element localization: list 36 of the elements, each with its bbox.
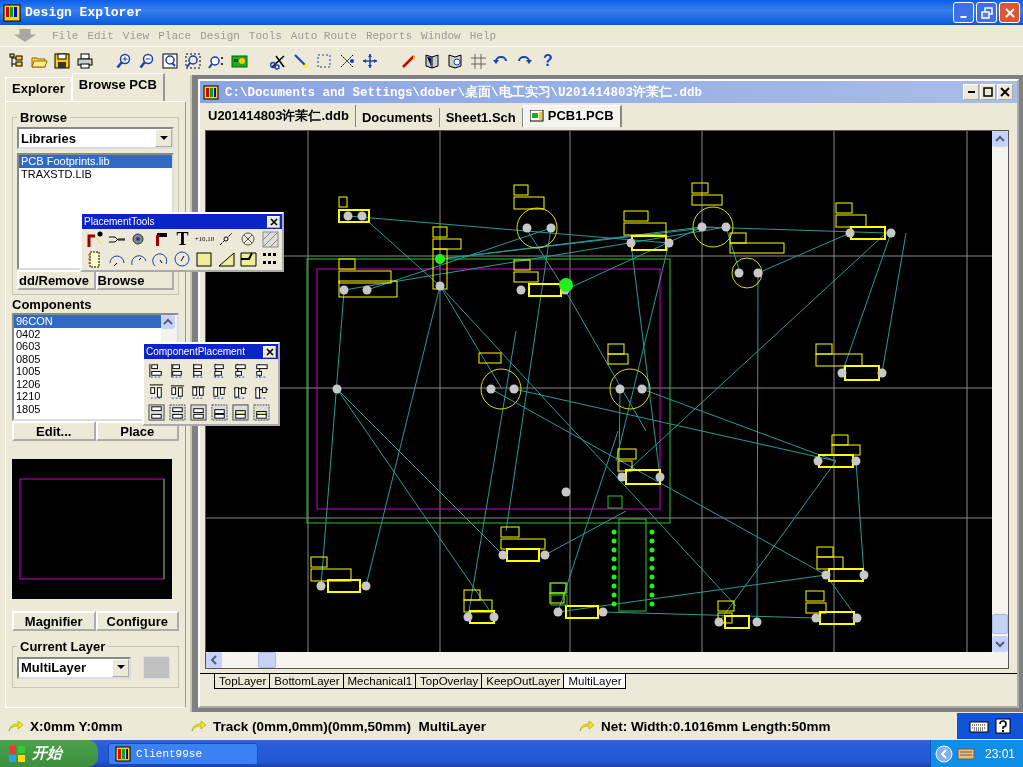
list-item[interactable]: TRAXSTD.LIB [19,167,172,180]
group-title: Browse [19,110,68,125]
taskbar-button[interactable]: Client99se [108,742,258,765]
toolbar-title: ComponentPlacement [146,346,245,357]
layer-tab[interactable]: TopOverlay [415,674,483,689]
document-tab[interactable]: U201414803许茉仁.ddb [202,105,356,127]
toolbar-title: PlacementTools [84,216,155,227]
help-button[interactable]: ? [543,52,553,70]
panel-button[interactable]: Configure [95,611,179,631]
group-title: Current Layer [19,639,107,654]
panel-button[interactable]: Edit... [12,421,96,441]
window-title: Design Explorer [25,5,144,20]
layer-tab[interactable]: MultiLayer [563,674,626,689]
panel-button[interactable]: dd/Remove [17,270,96,290]
list-item[interactable]: 96CON [14,315,161,328]
document-tab[interactable]: Documents [355,108,440,127]
status-text: Net: Width:0.1016mm Length:50mm [601,718,831,734]
section-title: Components [12,297,93,312]
document-tab[interactable]: PCB1.PCB [522,105,622,127]
panel-tab[interactable]: Browse PCB [71,73,165,101]
panel-button[interactable]: Magnifier [12,611,96,631]
panel-tab[interactable]: Explorer [5,77,72,101]
document-title: C:\Documents and Settings\dober\桌面\电工实习\U201414803许茉仁.ddb [225,84,704,101]
list-item[interactable]: 0402 [14,327,161,340]
start-button[interactable]: 开始 [0,740,98,767]
document-tab[interactable]: Sheet1.Sch [439,108,523,127]
text-tool-button[interactable]: T [176,231,189,248]
layer-dropdown[interactable]: MultiLayer [17,656,131,679]
layer-tab[interactable]: BottomLayer [269,674,344,689]
clock: 23:01 [985,746,1016,761]
layer-tab[interactable]: Mechanical1 [342,674,417,689]
layer-tab[interactable]: TopLayer [214,674,271,689]
list-item[interactable]: PCB Footprints.lib [19,155,172,168]
library-dropdown[interactable]: Libraries [17,127,174,149]
status-text: Track (0mm,0mm)(0mm,50mm) MultiLayer [213,718,487,734]
status-text: X:0mm Y:0mm [30,718,123,734]
